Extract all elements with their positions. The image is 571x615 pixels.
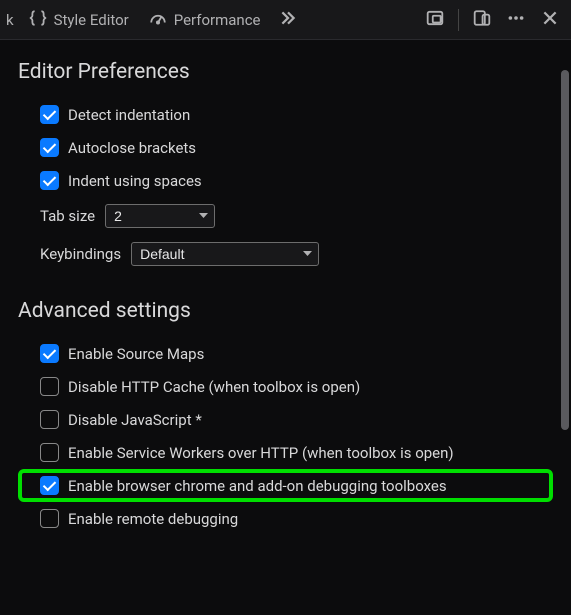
option-enable-service-workers[interactable]: Enable Service Workers over HTTP (when t… [18,436,553,469]
checkbox-enable-source-maps[interactable] [40,344,59,363]
option-tab-size: Tab size 2 [18,197,553,235]
checkbox-disable-http-cache[interactable] [40,377,59,396]
option-enable-remote-debugging[interactable]: Enable remote debugging [18,502,553,535]
overflow-tabs-button[interactable] [273,5,303,35]
option-label: Indent using spaces [68,172,202,190]
tab-size-select[interactable]: 2 [105,204,215,228]
tab-style-editor[interactable]: Style Editor [21,5,137,35]
option-autoclose-brackets[interactable]: Autoclose brackets [18,131,553,164]
more-options-button[interactable] [501,5,531,35]
option-label: Enable Service Workers over HTTP (when t… [68,444,454,462]
gauge-icon [149,9,167,31]
tab-performance[interactable]: Performance [141,5,269,35]
section-title-advanced-settings: Advanced settings [18,299,553,323]
option-disable-http-cache[interactable]: Disable HTTP Cache (when toolbox is open… [18,370,553,403]
option-label: Disable HTTP Cache (when toolbox is open… [68,378,360,396]
option-enable-browser-chrome[interactable]: Enable browser chrome and add-on debuggi… [18,469,553,502]
devices-icon [473,9,491,31]
checkbox-enable-browser-chrome[interactable] [40,476,59,495]
settings-content: Editor Preferences Detect indentation Au… [0,40,571,615]
close-icon [541,9,559,31]
checkbox-enable-remote-debugging[interactable] [40,509,59,528]
option-keybindings: Keybindings Default [18,235,553,273]
frame-icon [426,9,444,31]
braces-icon [29,9,47,31]
devtools-toolbar: k Style Editor Performance [0,0,571,40]
option-label: Detect indentation [68,106,190,124]
option-disable-javascript[interactable]: Disable JavaScript * [18,403,553,436]
scrollbar[interactable] [559,40,571,615]
checkbox-detect-indentation[interactable] [40,105,59,124]
tab-label: Performance [174,11,261,29]
close-devtools-button[interactable] [535,5,565,35]
option-indent-using-spaces[interactable]: Indent using spaces [18,164,553,197]
option-enable-source-maps[interactable]: Enable Source Maps [18,337,553,370]
checkbox-indent-using-spaces[interactable] [40,171,59,190]
keybindings-select[interactable]: Default [131,242,319,266]
tab-label: Style Editor [54,11,129,29]
checkbox-autoclose-brackets[interactable] [40,138,59,157]
separator [458,9,459,31]
checkbox-disable-javascript[interactable] [40,410,59,429]
select-label: Keybindings [40,245,121,263]
cut-text: k [6,11,17,29]
meatballs-icon [507,9,525,31]
option-label: Enable remote debugging [68,510,238,528]
select-label: Tab size [40,207,95,225]
section-title-editor-preferences: Editor Preferences [18,60,553,84]
option-label: Disable JavaScript * [68,411,202,429]
option-label: Autoclose brackets [68,139,196,157]
chevron-double-right-icon [279,9,297,31]
responsive-design-button[interactable] [467,5,497,35]
scrollbar-thumb[interactable] [561,70,569,430]
option-detect-indentation[interactable]: Detect indentation [18,98,553,131]
option-label: Enable browser chrome and add-on debuggi… [68,477,447,495]
iframe-picker-button[interactable] [420,5,450,35]
option-label: Enable Source Maps [68,345,204,363]
checkbox-enable-service-workers[interactable] [40,443,59,462]
